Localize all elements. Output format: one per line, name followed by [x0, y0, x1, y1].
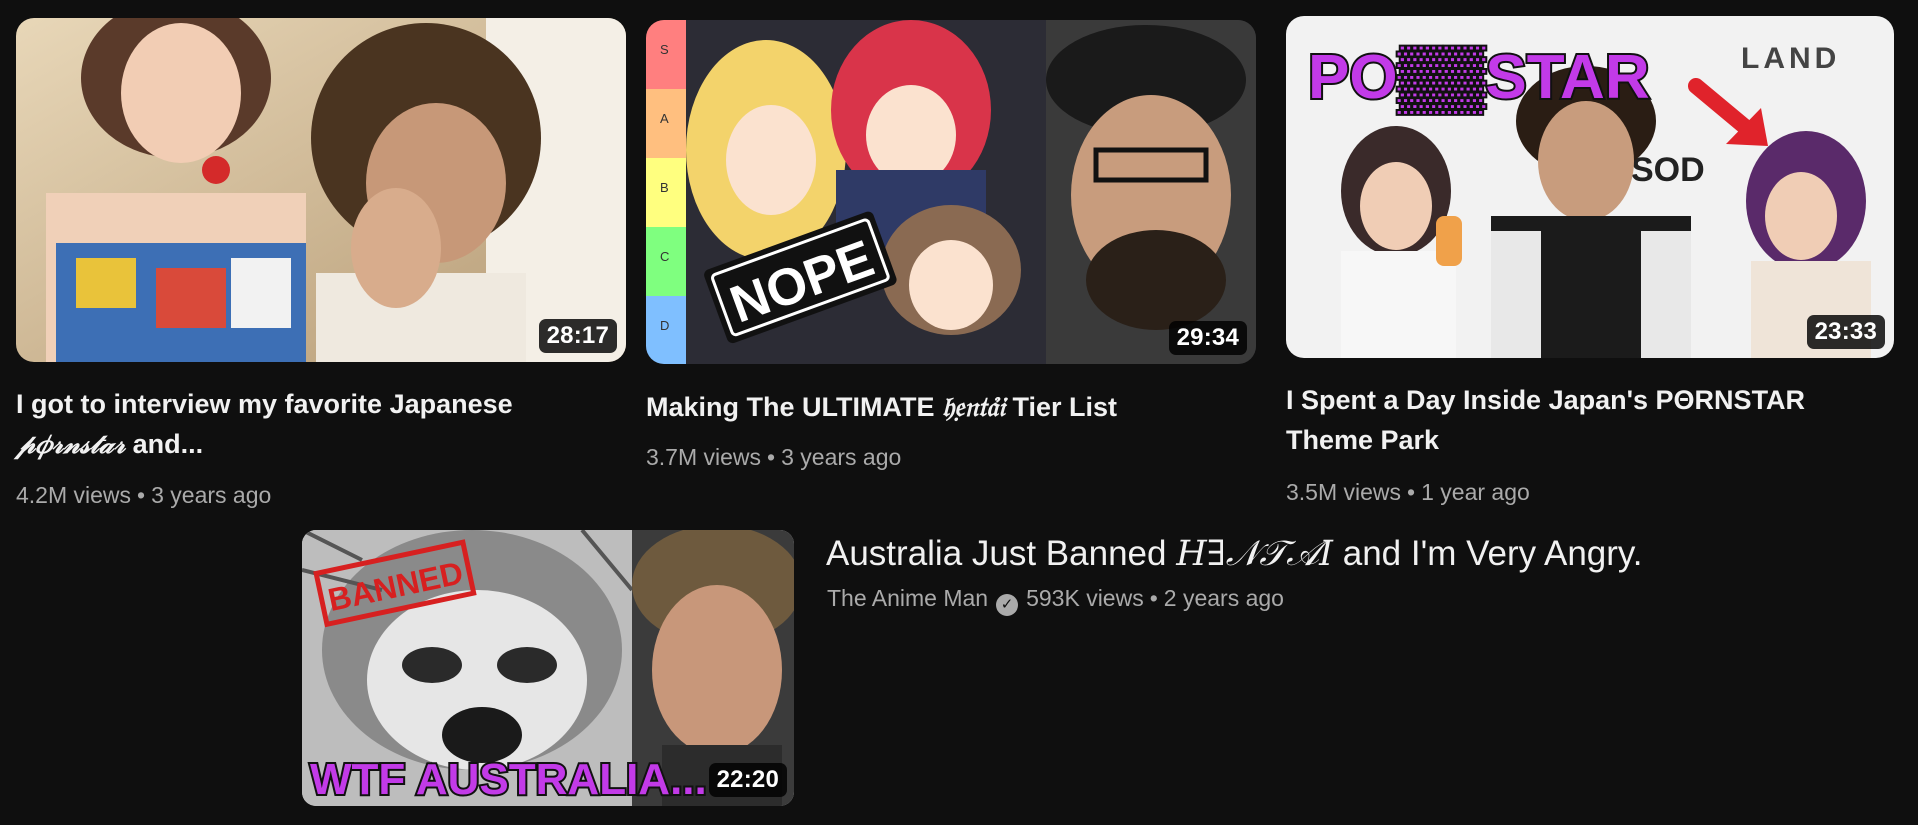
upload-age: 1 year ago: [1421, 479, 1530, 505]
tier-label: D: [660, 318, 669, 333]
video-title[interactable]: Making The ULTIMATE 𝔥𝔢̣𝔫𝔱𝔞̉𝔦 Tier List: [646, 387, 1256, 428]
video-metadata: The Anime Man ✓ 593K views • 2 years ago: [827, 582, 1284, 616]
channel-name[interactable]: The Anime Man: [827, 585, 988, 611]
video-title-text: I got to interview my favorite Japanese: [16, 389, 513, 419]
video-title-line-2: Theme Park: [1286, 425, 1440, 455]
tier-label: A: [660, 111, 669, 126]
backdrop-logo-mark: SOD: [1631, 151, 1705, 189]
video-title-stylized: 𝐻∃𝒩𝒯𝒜𝐼: [1176, 534, 1334, 574]
view-count: 3.7M views: [646, 444, 762, 470]
video-title-stylized: 𝓅𝜙𝓇𝓃𝓈𝓉𝒶𝓇: [16, 429, 126, 460]
video-card-2[interactable]: S A B C D NOPE 29:34 Making The ULTIMATE…: [640, 0, 1270, 480]
featured-video-card[interactable]: BANNED WTF AUSTRALIA... 22:20 Australia …: [300, 528, 1720, 813]
thumbnail-image: [16, 18, 626, 362]
tier-label: S: [660, 42, 669, 57]
video-card-3[interactable]: LAND SOD SOD PO▒▒STAR 23:33 I: [1280, 0, 1918, 520]
video-title-tail: and...: [125, 429, 204, 459]
video-metadata: 4.2M views • 3 years ago: [16, 479, 271, 511]
separator-dot: •: [1407, 479, 1416, 505]
video-card-1[interactable]: 28:17 I got to interview my favorite Jap…: [0, 0, 630, 520]
verified-check-icon: ✓: [996, 594, 1019, 616]
view-count: 3.5M views: [1286, 479, 1402, 505]
backdrop-logo-text: LAND: [1741, 42, 1840, 75]
video-title-stylized: 𝔥𝔢̣𝔫𝔱𝔞̉𝔦: [942, 392, 1005, 423]
thumbnail-overlay-text: PO▒▒STAR: [1308, 43, 1650, 114]
video-thumbnail[interactable]: BANNED WTF AUSTRALIA... 22:20: [302, 530, 794, 806]
separator-dot: •: [1149, 585, 1158, 611]
video-thumbnail[interactable]: LAND SOD SOD PO▒▒STAR 23:33: [1286, 16, 1894, 358]
video-duration: 29:34: [1168, 321, 1247, 355]
upload-age: 3 years ago: [151, 482, 272, 508]
video-title-line-1: I Spent a Day Inside Japan's PΘRNSTAR: [1286, 385, 1806, 415]
upload-age: 2 years ago: [1163, 585, 1284, 611]
video-duration: 23:33: [1806, 315, 1885, 349]
video-title[interactable]: Australia Just Banned 𝐻∃𝒩𝒯𝒜𝐼 and I'm Ver…: [826, 532, 1643, 576]
video-metadata: 3.5M views • 1 year ago: [1286, 476, 1530, 508]
separator-dot: •: [767, 444, 776, 470]
thumbnail-image: LAND SOD SOD PO▒▒STAR: [1286, 16, 1894, 358]
video-thumbnail[interactable]: S A B C D NOPE 29:34: [646, 20, 1256, 364]
video-duration: 22:20: [708, 763, 787, 797]
video-title-text: Making The ULTIMATE: [646, 392, 942, 422]
video-title-text: Australia Just Banned: [826, 534, 1177, 573]
video-title-tail: Tier List: [1004, 392, 1117, 422]
video-duration: 28:17: [538, 319, 617, 353]
tier-label: C: [660, 249, 669, 264]
thumbnail-overlay-text: WTF AUSTRALIA...: [310, 755, 707, 804]
video-title[interactable]: I Spent a Day Inside Japan's PΘRNSTAR Th…: [1286, 380, 1906, 460]
video-title-tail: and I'm Very Angry.: [1333, 534, 1643, 573]
video-thumbnail[interactable]: 28:17: [16, 18, 626, 362]
view-count: 593K views: [1026, 585, 1144, 611]
upload-age: 3 years ago: [781, 444, 902, 470]
video-title[interactable]: I got to interview my favorite Japanese …: [16, 384, 616, 465]
separator-dot: •: [137, 482, 146, 508]
view-count: 4.2M views: [16, 482, 132, 508]
video-metadata: 3.7M views • 3 years ago: [646, 441, 901, 473]
tier-label: B: [660, 180, 669, 195]
thumbnail-image: S A B C D NOPE: [646, 20, 1256, 364]
